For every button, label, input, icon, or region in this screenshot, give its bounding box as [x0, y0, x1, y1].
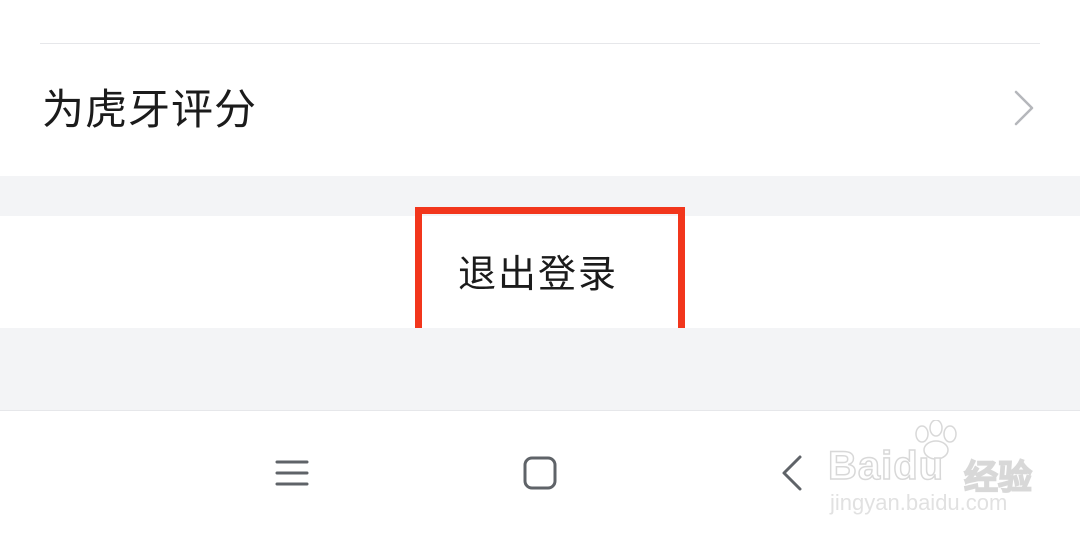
nav-home-button[interactable]	[510, 445, 570, 505]
watermark-brand: Baidu	[827, 443, 945, 489]
rate-huya-label: 为虎牙评分	[42, 85, 258, 134]
highlight-box	[415, 207, 685, 340]
back-icon	[780, 454, 804, 496]
home-icon	[522, 455, 558, 495]
chevron-right-icon	[1010, 88, 1036, 128]
section-gap	[0, 328, 1080, 410]
menu-icon	[275, 458, 309, 492]
watermark-url: jingyan.baidu.com	[830, 490, 1008, 515]
baidu-jingyan-watermark: Baidu 经验 jingyan.baidu.com	[827, 418, 1038, 528]
nav-menu-button[interactable]	[262, 445, 322, 505]
nav-back-button[interactable]	[762, 445, 822, 505]
